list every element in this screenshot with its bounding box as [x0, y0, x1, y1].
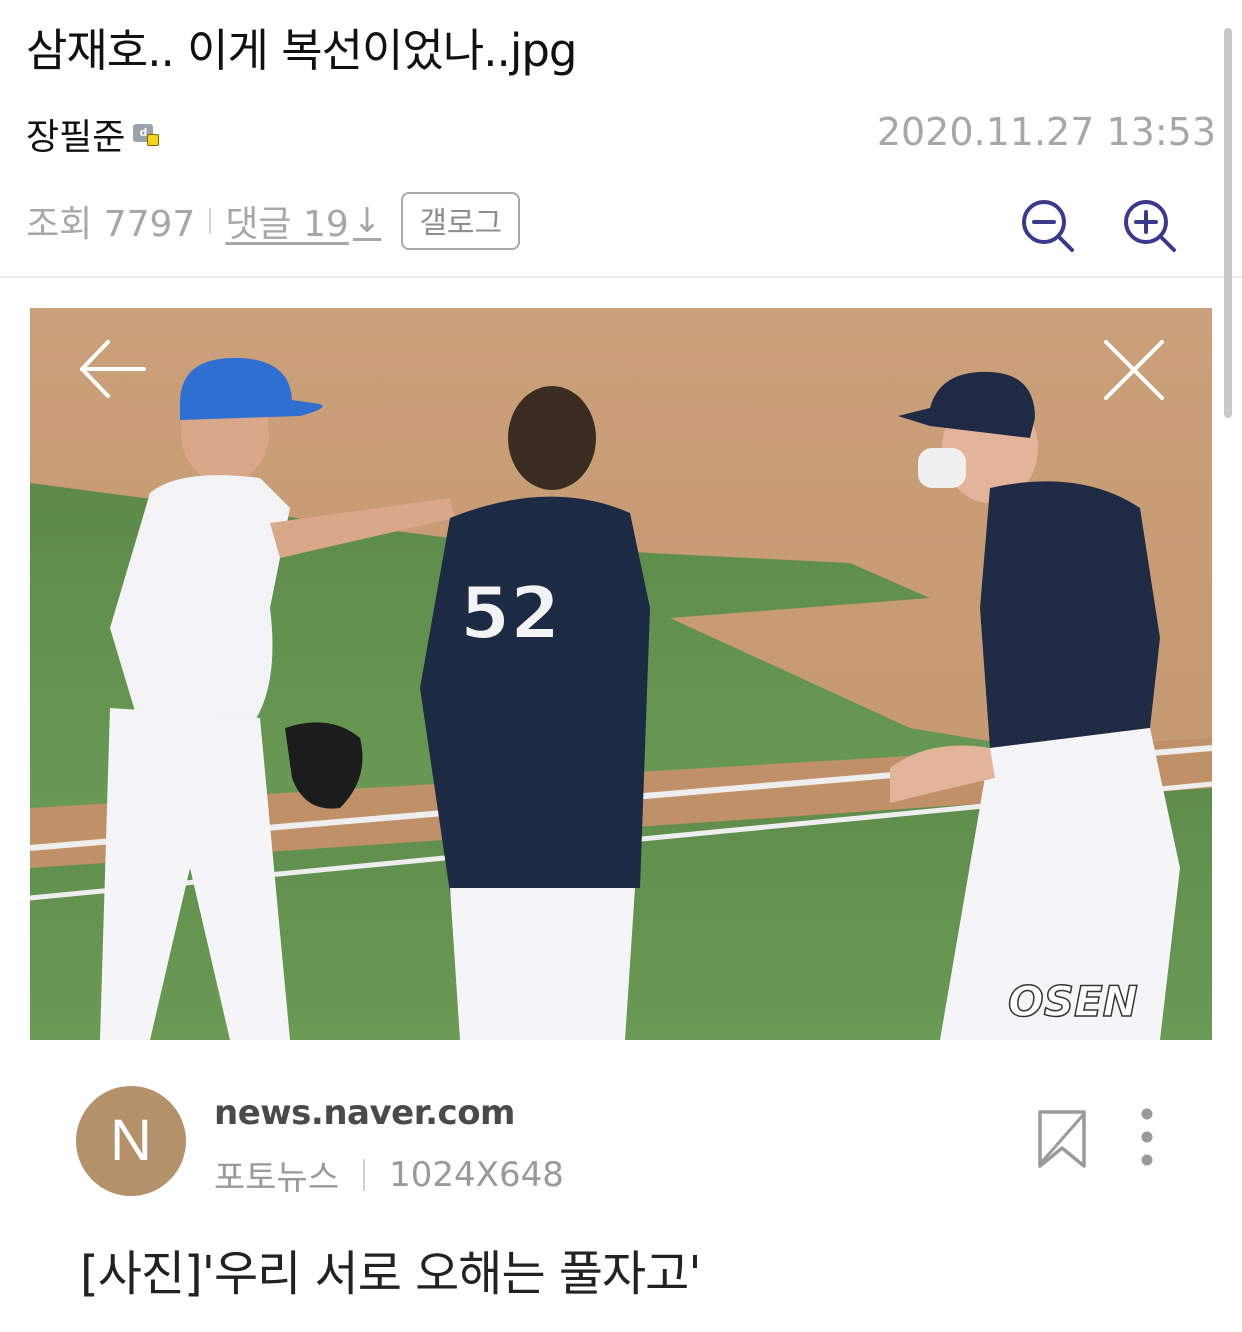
image-dimensions: 1024X648: [389, 1154, 564, 1195]
photo-caption[interactable]: [사진]'우리 서로 오해는 풀자고': [80, 1234, 702, 1304]
source-category: 포토뉴스: [214, 1158, 340, 1198]
level-badge-icon: d: [133, 122, 160, 146]
jersey-number: 52: [460, 571, 560, 655]
bookmark-icon[interactable]: [1036, 1108, 1088, 1170]
more-vertical-icon[interactable]: [1132, 1104, 1162, 1174]
post-author[interactable]: 장필준 d: [26, 108, 160, 160]
zoom-out-icon[interactable]: [1018, 196, 1078, 256]
post-stats: 조회 7797 댓글 19 ↓ 갤로그: [26, 192, 521, 250]
post-datetime: 2020.11.27 13:53: [876, 110, 1216, 154]
view-count: 조회 7797: [26, 204, 196, 245]
scrollbar[interactable]: [1224, 28, 1232, 418]
source-avatar[interactable]: N: [76, 1086, 186, 1196]
author-name[interactable]: 장필준: [26, 108, 125, 160]
comment-count[interactable]: 댓글 19: [225, 195, 349, 247]
photo-watermark: OSEN: [1008, 977, 1138, 1026]
arrow-left-icon[interactable]: [76, 336, 148, 402]
post-title: 삼재호.. 이게 복선이었나..jpg: [26, 24, 577, 77]
comment-link[interactable]: 댓글 19 ↓: [225, 195, 381, 247]
meta-divider: [363, 1158, 366, 1191]
zoom-in-icon[interactable]: [1120, 196, 1180, 256]
arrow-down-icon[interactable]: ↓: [353, 201, 382, 241]
source-domain[interactable]: news.naver.com: [214, 1093, 515, 1133]
gallog-button[interactable]: 갤로그: [401, 192, 521, 250]
stats-divider: [209, 208, 212, 234]
header-divider: [0, 276, 1242, 278]
source-meta: 포토뉴스 1024X648: [214, 1150, 564, 1199]
close-icon[interactable]: [1098, 334, 1170, 406]
post-photo[interactable]: 52 OSEN: [30, 308, 1212, 1040]
